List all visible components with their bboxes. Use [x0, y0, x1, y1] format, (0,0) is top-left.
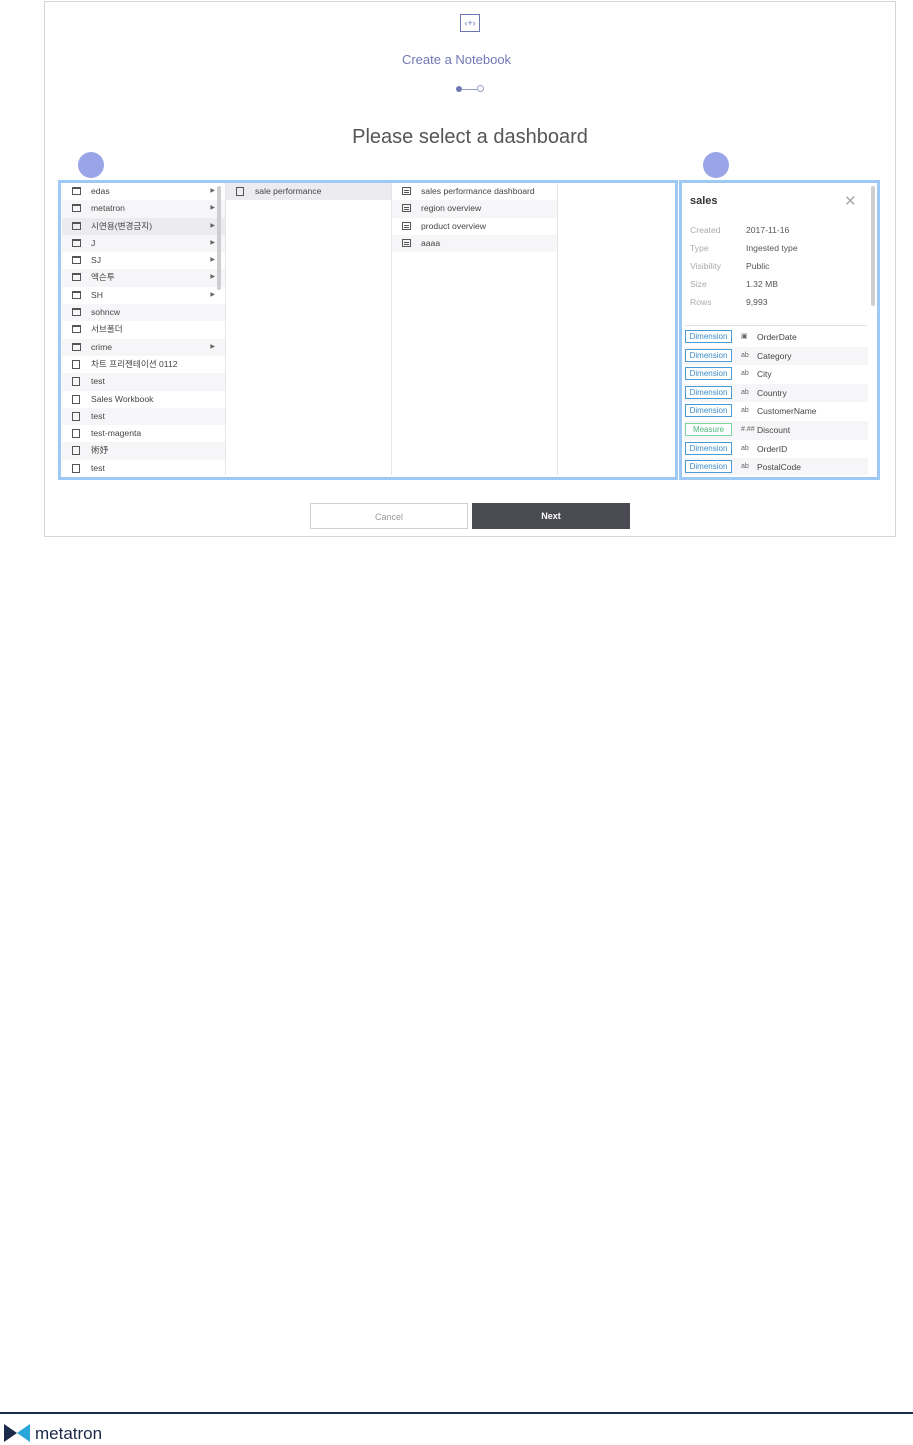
step-2-dot [477, 85, 484, 92]
dialog-title: Create a Notebook [401, 52, 512, 67]
brand-name: metatron [35, 1424, 103, 1443]
notebook-icon: ‹+› [460, 14, 480, 32]
metatron-logo-icon [4, 1424, 30, 1442]
next-button[interactable]: Next [472, 503, 630, 529]
footer-divider [0, 1412, 913, 1414]
selection-area-outline [58, 180, 678, 480]
callout-marker-1 [78, 152, 104, 178]
page-heading: Please select a dashboard [352, 126, 588, 148]
detail-area-outline [679, 180, 880, 480]
step-connector [462, 89, 477, 90]
step-indicator [456, 85, 486, 93]
callout-marker-2 [703, 152, 729, 178]
cancel-button[interactable]: Cancel [310, 503, 468, 529]
